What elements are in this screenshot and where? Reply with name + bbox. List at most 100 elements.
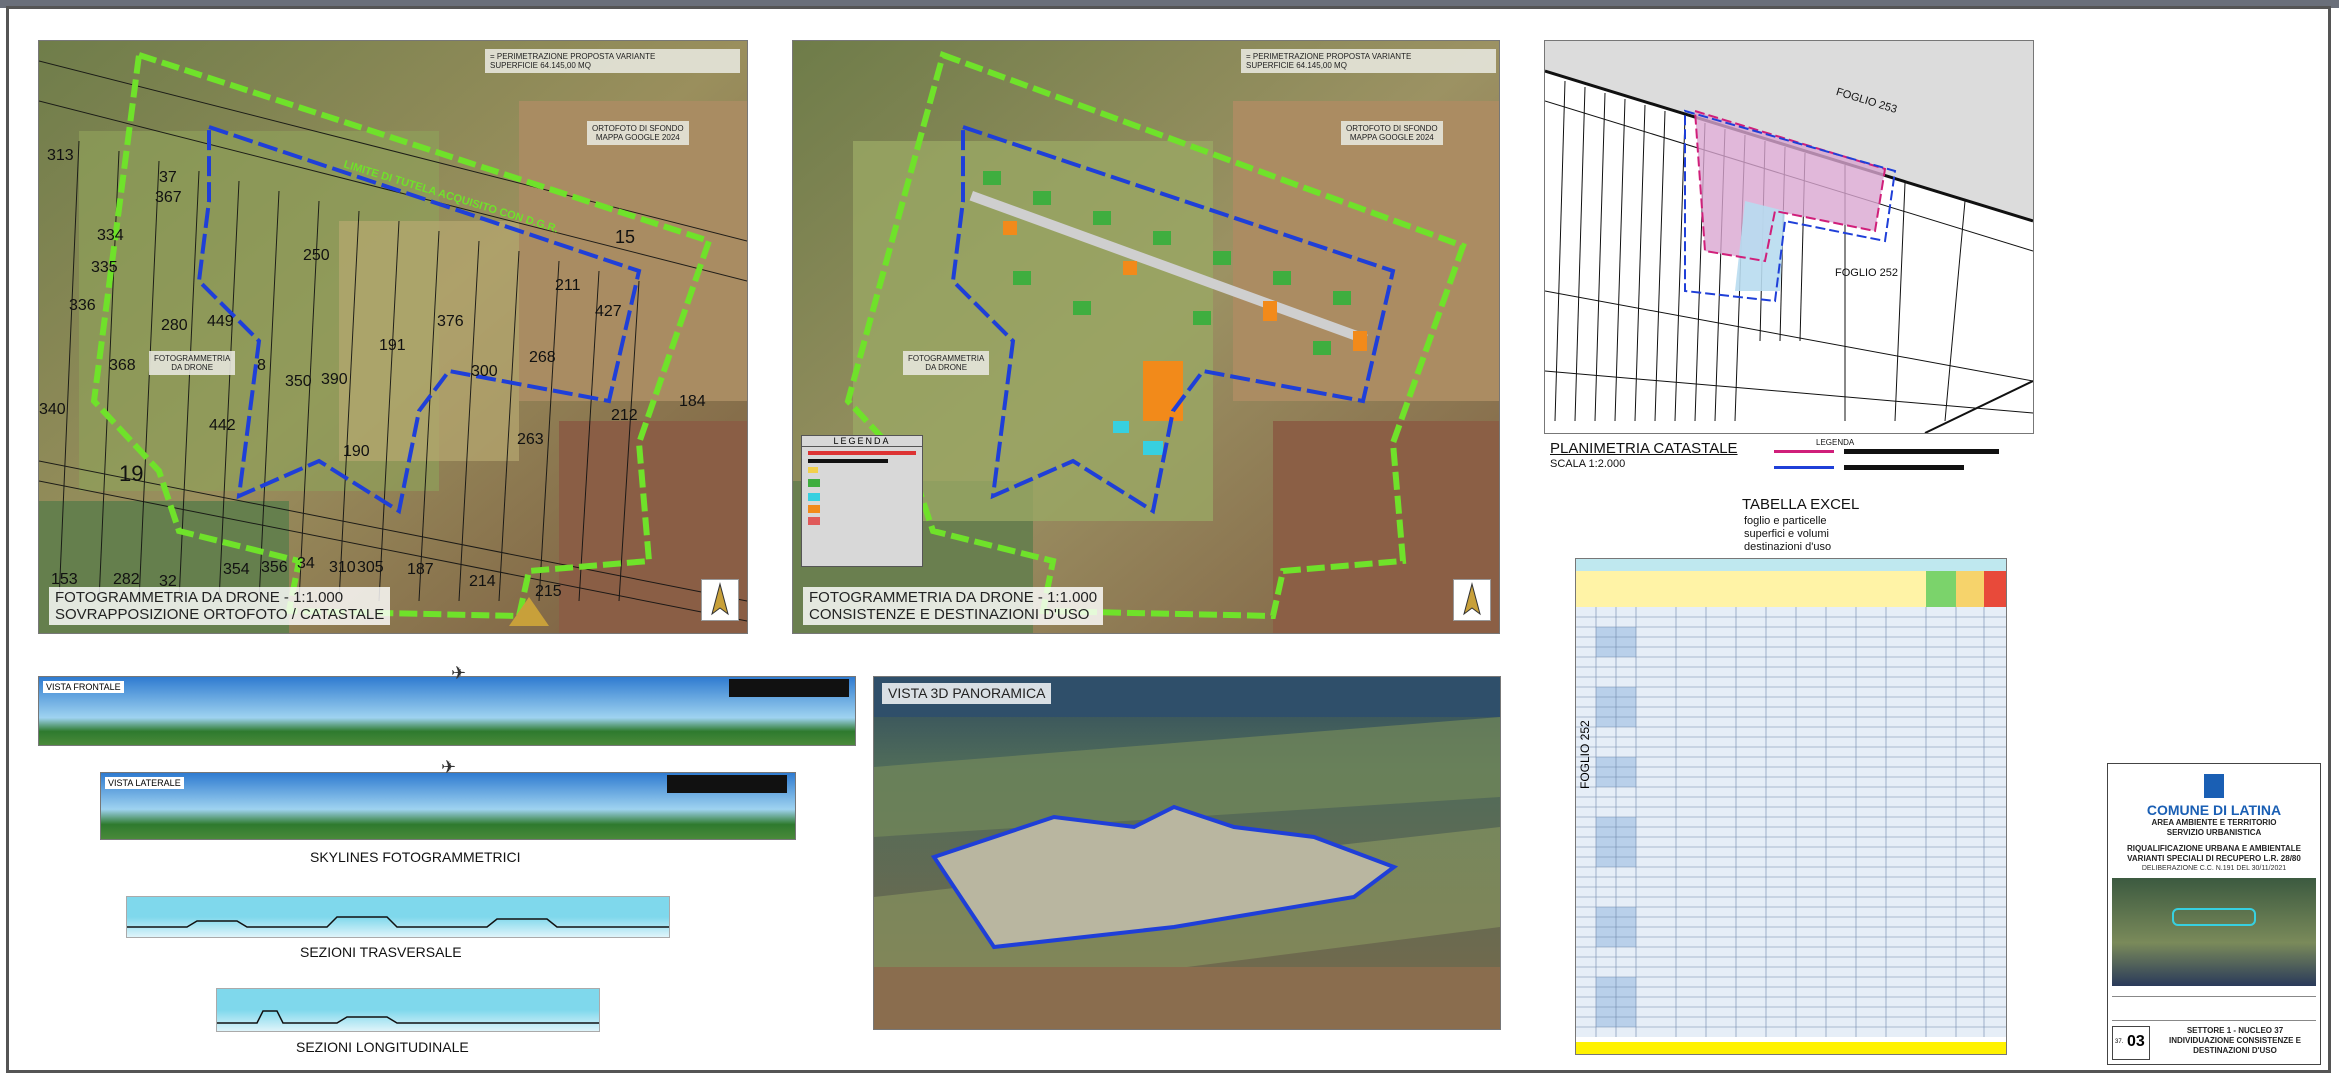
description-line2: DESTINAZIONI D'USO bbox=[2193, 1046, 2277, 1055]
longitudinal-section-profile bbox=[217, 1010, 599, 1024]
header-cell-orange bbox=[1956, 571, 1984, 607]
map1-caption-line2: SOVRAPPOSIZIONE ORTOFOTO / CATASTALE bbox=[55, 606, 385, 623]
header-cell-red bbox=[1984, 571, 2006, 607]
parcel-number: 8 bbox=[257, 357, 266, 374]
legend-line-pink bbox=[1774, 450, 1834, 453]
map-land-use[interactable]: = PERIMETRAZIONE PROPOSTA VARIANTE SUPER… bbox=[792, 40, 1500, 634]
parcel-number: 356 bbox=[261, 559, 288, 576]
table-grid bbox=[1576, 607, 2006, 1037]
perimeter-legend: = PERIMETRAZIONE PROPOSTA VARIANTE SUPER… bbox=[485, 49, 740, 73]
legend-swatch-orange bbox=[808, 505, 820, 513]
parcel-number: 190 bbox=[343, 443, 370, 460]
legend-swatch-red bbox=[808, 451, 916, 455]
parcel-number: 280 bbox=[161, 317, 188, 334]
parcel-number: 368 bbox=[109, 357, 136, 374]
map-ortho-cadastral-overlay[interactable]: = PERIMETRAZIONE PROPOSTA VARIANTE SUPER… bbox=[38, 40, 748, 634]
table-totals-row bbox=[1576, 1042, 2006, 1054]
parcel-number: 334 bbox=[97, 227, 124, 244]
parcel-number: 427 bbox=[595, 303, 622, 320]
ortho-tag-line1: ORTOFOTO DI SFONDO bbox=[1346, 124, 1438, 133]
header-cell-green bbox=[1926, 571, 1956, 607]
parcel-number: 19 bbox=[119, 461, 144, 486]
parcel-number: 367 bbox=[155, 189, 182, 206]
cadastral-legend: LEGENDA bbox=[1774, 438, 2004, 478]
parcel-number: 184 bbox=[679, 393, 706, 410]
legend-swatch-yellow bbox=[808, 467, 818, 473]
perimeter-legend-line1: = PERIMETRAZIONE PROPOSTA VARIANTE bbox=[490, 52, 656, 61]
land-use-legend-title: LEGENDA bbox=[802, 436, 922, 447]
table-header bbox=[1576, 571, 2006, 608]
parcel-number: 390 bbox=[321, 371, 348, 388]
ortho-tag-line2: MAPPA GOOGLE 2024 bbox=[595, 133, 680, 142]
legend-bar bbox=[1844, 465, 1964, 470]
legend-swatch-cyan bbox=[808, 493, 820, 501]
parcel-number: 211 bbox=[555, 277, 581, 294]
sheet-description: SETTORE 1 - NUCLEO 37 INDIVIDUAZIONE CON… bbox=[2152, 1026, 2318, 1056]
parcel-number: 34 bbox=[297, 555, 315, 572]
legend-bar bbox=[808, 459, 888, 463]
drone-tag: FOTOGRAMMETRIA DA DRONE bbox=[903, 351, 990, 375]
parcel-number: 215 bbox=[535, 583, 562, 600]
perimeter-legend-line2: SUPERFICIE 64.145,00 MQ bbox=[490, 61, 591, 70]
drone-tag-line1: FOTOGRAMMETRIA bbox=[908, 354, 985, 363]
parcel-number: 15 bbox=[615, 227, 636, 247]
parcel-number: 335 bbox=[91, 259, 118, 276]
skylines-caption: SKYLINES FOTOGRAMMETRICI bbox=[310, 849, 521, 865]
panoramic-3d-view[interactable]: VISTA 3D PANORAMICA bbox=[873, 676, 1501, 1030]
excel-heading: TABELLA EXCEL bbox=[1742, 496, 1860, 513]
excel-sub3: destinazioni d'uso bbox=[1744, 541, 1832, 553]
ortho-tag-line1: ORTOFOTO DI SFONDO bbox=[592, 124, 684, 133]
parcel-number: 313 bbox=[47, 147, 74, 164]
parcel-number: 191 bbox=[379, 337, 406, 354]
parcel-number: 340 bbox=[39, 401, 66, 418]
parcel-number: 300 bbox=[471, 363, 498, 380]
sheet-prefix: 37. bbox=[2115, 1039, 2124, 1045]
legend-line-blue bbox=[1774, 466, 1834, 469]
cadastral-scale: SCALA 1:2.000 bbox=[1550, 458, 1626, 470]
excel-table[interactable]: FOGLIO 252 bbox=[1575, 558, 2007, 1055]
drone-tag-line2: DA DRONE bbox=[171, 363, 214, 372]
municipal-crest-icon bbox=[2204, 774, 2224, 798]
title-block: COMUNE DI LATINA AREA AMBIENTE E TERRITO… bbox=[2107, 763, 2321, 1065]
side-view-label: VISTA LATERALE bbox=[105, 777, 184, 789]
deliberation-line: DELIBERAZIONE C.C. N.191 DEL 30/11/2021 bbox=[2141, 865, 2287, 872]
drone-icon: ✈ bbox=[451, 663, 467, 683]
parcel-number: 376 bbox=[437, 313, 464, 330]
panoramic-3d-graphics bbox=[874, 677, 1500, 1029]
parcel-number: 305 bbox=[357, 559, 384, 576]
drone-tag: FOTOGRAMMETRIA DA DRONE bbox=[149, 351, 236, 375]
foglio-252-label: FOGLIO 252 bbox=[1835, 267, 1898, 279]
parcel-number: 187 bbox=[407, 561, 434, 578]
drone-tag-line1: FOTOGRAMMETRIA bbox=[154, 354, 231, 363]
parcel-number: 442 bbox=[209, 417, 236, 434]
parcel-number: 336 bbox=[69, 297, 96, 314]
cadastral-map[interactable]: FOGLIO 253 FOGLIO 252 bbox=[1544, 40, 2034, 434]
parcel-number: 263 bbox=[517, 431, 544, 448]
skyline-side[interactable]: VISTA LATERALE ✈ bbox=[100, 757, 796, 840]
cadastral-graphics bbox=[1545, 41, 2033, 433]
description-line1: INDIVIDUAZIONE CONSISTENZE E bbox=[2168, 1036, 2301, 1045]
longitudinal-section-caption: SEZIONI LONGITUDINALE bbox=[296, 1039, 469, 1055]
excel-sub2: superfici e volumi bbox=[1744, 528, 1829, 540]
parcel-number: 449 bbox=[207, 313, 234, 330]
ortho-tag-line2: MAPPA GOOGLE 2024 bbox=[1349, 133, 1434, 142]
north-arrow-icon bbox=[1453, 579, 1491, 621]
transverse-section-profile bbox=[127, 916, 669, 928]
divider bbox=[2112, 1020, 2316, 1021]
transverse-section[interactable] bbox=[126, 896, 670, 938]
drone-icon: ✈ bbox=[441, 757, 457, 777]
longitudinal-section[interactable] bbox=[216, 988, 600, 1032]
parcel-number: 37 bbox=[159, 169, 177, 186]
parcel-number: 350 bbox=[285, 373, 312, 390]
skyline-front[interactable]: VISTA FRONTALE ✈ bbox=[38, 663, 856, 746]
redacted-box bbox=[729, 679, 849, 697]
cadastral-title: PLANIMETRIA CATASTALE bbox=[1550, 440, 1738, 457]
sheet-number-box: 37. 03 bbox=[2112, 1026, 2150, 1060]
panoramic-3d-label: VISTA 3D PANORAMICA bbox=[882, 683, 1052, 704]
map1-caption-line1: FOTOGRAMMETRIA DA DRONE - 1:1.000 bbox=[55, 589, 344, 606]
project-line2: VARIANTI SPECIALI DI RECUPERO L.R. 28/80 bbox=[2127, 854, 2301, 863]
legend-swatch-green bbox=[808, 479, 820, 487]
parcel-number: 250 bbox=[303, 247, 330, 264]
project-line1: RIQUALIFICAZIONE URBANA E AMBIENTALE bbox=[2127, 844, 2301, 853]
area-line2: SERVIZIO URBANISTICA bbox=[2166, 828, 2262, 837]
